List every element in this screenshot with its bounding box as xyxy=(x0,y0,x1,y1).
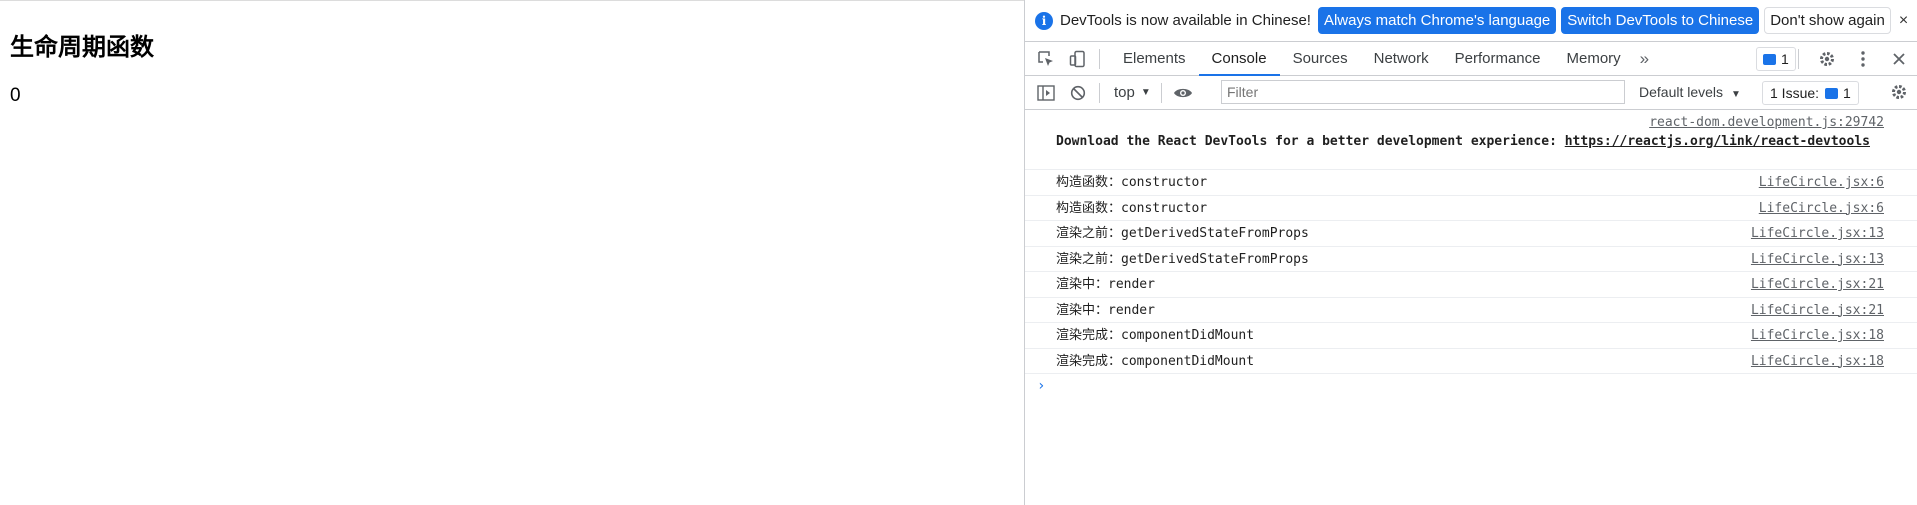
close-devtools-icon[interactable] xyxy=(1889,49,1909,69)
tab-network[interactable]: Network xyxy=(1361,42,1442,75)
source-link[interactable]: LifeCircle.jsx:18 xyxy=(1751,352,1884,371)
devtools-link[interactable]: https://reactjs.org/link/react-devtools xyxy=(1565,134,1870,149)
more-tabs-icon[interactable]: » xyxy=(1634,49,1655,69)
tab-console[interactable]: Console xyxy=(1198,42,1280,76)
issues-button[interactable]: 1 Issue: 1 xyxy=(1762,81,1859,105)
kebab-menu-icon[interactable] xyxy=(1853,49,1873,69)
dont-show-again-button[interactable]: Don't show again xyxy=(1764,7,1891,34)
chevron-down-icon: ▼ xyxy=(1730,89,1741,100)
filter-input[interactable] xyxy=(1221,80,1625,104)
source-link[interactable]: LifeCircle.jsx:13 xyxy=(1751,224,1884,243)
console-log-row: 渲染之前：getDerivedStateFromProps LifeCircle.… xyxy=(1025,247,1917,272)
console-toolbar: top ▼ Default levels ▼ 1 Issue: 1 xyxy=(1025,76,1917,110)
console-log-row: 渲染中：render LifeCircle.jsx:21 xyxy=(1025,298,1917,323)
live-expression-eye-icon[interactable] xyxy=(1172,82,1194,104)
source-link[interactable]: react-dom.development.js:29742 xyxy=(1649,115,1884,130)
devtools-panel: i DevTools is now available in Chinese! … xyxy=(1024,0,1917,505)
issues-label: 1 Issue: xyxy=(1770,85,1820,101)
log-message: 构造函数：constructor xyxy=(1056,200,1208,216)
toolbar-divider xyxy=(1099,82,1100,103)
console-log-row: 构造函数：constructor LifeCircle.jsx:6 xyxy=(1025,196,1917,221)
source-link[interactable]: LifeCircle.jsx:13 xyxy=(1751,250,1884,269)
log-levels-label: Default levels xyxy=(1639,84,1724,100)
log-message: 渲染完成：componentDidMount xyxy=(1056,353,1255,369)
page-title: 生命周期函数 xyxy=(10,33,154,61)
tab-elements[interactable]: Elements xyxy=(1110,42,1199,75)
device-toolbar-icon[interactable] xyxy=(1067,48,1089,70)
language-infobar: i DevTools is now available in Chinese! … xyxy=(1025,0,1917,42)
info-icon: i xyxy=(1035,11,1053,30)
message-body: Download the React DevTools for a better… xyxy=(1056,134,1565,149)
devtools-tabbar: Elements Console Sources Network Perform… xyxy=(1025,42,1917,76)
console-settings-gear-icon[interactable] xyxy=(1889,82,1909,102)
console-output: react-dom.development.js:29742 Download … xyxy=(1025,111,1917,505)
log-message: 渲染中：render xyxy=(1056,302,1155,318)
console-prompt-icon[interactable]: › xyxy=(1025,374,1917,394)
console-log-row: 渲染中：render LifeCircle.jsx:21 xyxy=(1025,272,1917,298)
log-message: 渲染中：render xyxy=(1056,277,1155,292)
switch-to-chinese-button[interactable]: Switch DevTools to Chinese xyxy=(1561,7,1760,34)
devtools-actions xyxy=(1788,42,1917,75)
tab-performance[interactable]: Performance xyxy=(1442,42,1554,75)
log-message: 渲染之前：getDerivedStateFromProps xyxy=(1056,251,1309,267)
console-log-row: 渲染之前：getDerivedStateFromProps LifeCircle.… xyxy=(1025,221,1917,247)
message-icon xyxy=(1825,87,1839,99)
settings-gear-icon[interactable] xyxy=(1817,49,1837,69)
context-label: top xyxy=(1114,84,1135,101)
counter-value: 0 xyxy=(10,85,21,106)
log-levels-dropdown[interactable]: Default levels ▼ xyxy=(1639,84,1741,100)
sidebar-toggle-icon[interactable] xyxy=(1035,82,1057,104)
source-link[interactable]: LifeCircle.jsx:21 xyxy=(1751,275,1884,294)
console-log-row: 构造函数：constructor LifeCircle.jsx:6 xyxy=(1025,170,1917,196)
log-message: 渲染之前：getDerivedStateFromProps xyxy=(1056,226,1309,241)
page-content: 生命周期函数 0 xyxy=(0,0,1024,505)
always-match-language-button[interactable]: Always match Chrome's language xyxy=(1317,7,1557,34)
message-text: Download the React DevTools for a better… xyxy=(1056,134,1888,149)
context-selector[interactable]: top ▼ xyxy=(1114,84,1151,101)
console-log-row: 渲染完成：componentDidMount LifeCircle.jsx:18 xyxy=(1025,323,1917,349)
infobar-message: DevTools is now available in Chinese! xyxy=(1060,12,1311,29)
source-link[interactable]: LifeCircle.jsx:21 xyxy=(1751,301,1884,320)
tab-sources[interactable]: Sources xyxy=(1280,42,1361,75)
infobar-close-icon[interactable]: × xyxy=(1899,12,1908,30)
clear-console-icon[interactable] xyxy=(1067,82,1089,104)
console-message: react-dom.development.js:29742 Download … xyxy=(1025,111,1917,170)
tab-memory[interactable]: Memory xyxy=(1554,42,1634,75)
toolbar-divider xyxy=(1798,48,1799,69)
console-log-list: 构造函数：constructor LifeCircle.jsx:6 构造函数：con… xyxy=(1025,170,1917,374)
inspect-element-icon[interactable] xyxy=(1035,48,1057,70)
message-icon xyxy=(1763,53,1776,65)
log-message: 构造函数：constructor xyxy=(1056,175,1208,190)
source-link[interactable]: LifeCircle.jsx:6 xyxy=(1759,173,1884,192)
issues-count: 1 xyxy=(1843,85,1851,101)
toolbar-divider xyxy=(1160,82,1162,103)
console-log-row: 渲染完成：componentDidMount LifeCircle.jsx:18 xyxy=(1025,349,1917,374)
source-link[interactable]: LifeCircle.jsx:18 xyxy=(1751,326,1884,345)
log-message: 渲染完成：componentDidMount xyxy=(1056,328,1255,343)
source-link[interactable]: LifeCircle.jsx:6 xyxy=(1759,199,1884,218)
chevron-down-icon: ▼ xyxy=(1140,87,1151,98)
toolbar-divider xyxy=(1099,48,1100,69)
